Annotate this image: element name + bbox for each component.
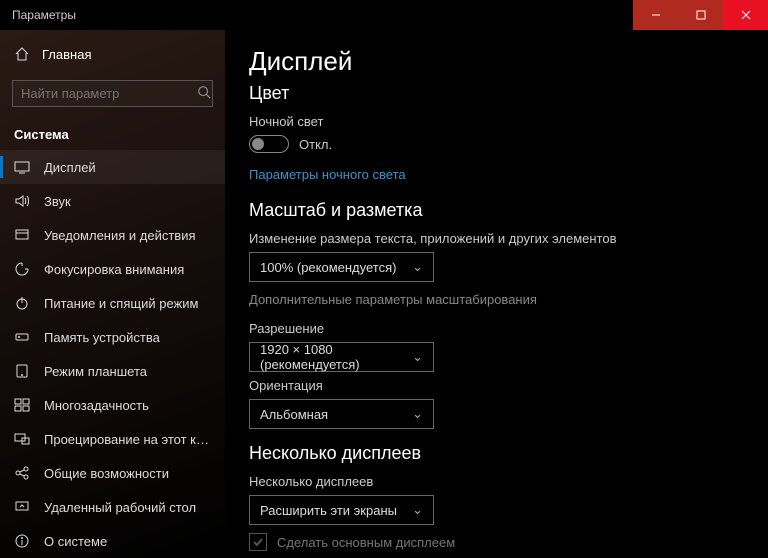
resolution-dropdown[interactable]: 1920 × 1080 (рекомендуется) ⌄: [249, 342, 434, 372]
remote-icon: [14, 499, 30, 515]
search-box[interactable]: [12, 80, 213, 107]
chevron-down-icon: ⌄: [412, 349, 423, 365]
scale-label: Изменение размера текста, приложений и д…: [249, 231, 744, 246]
sound-icon: [14, 193, 30, 209]
sidebar-item-label: Удаленный рабочий стол: [44, 500, 196, 515]
home-label: Главная: [42, 47, 91, 62]
home-icon: [14, 46, 30, 62]
sidebar-item-remote[interactable]: Удаленный рабочий стол: [0, 490, 225, 524]
section-color-heading: Цвет: [249, 83, 744, 104]
tablet-icon: [14, 363, 30, 379]
advanced-scale-link[interactable]: Дополнительные параметры масштабирования: [249, 292, 537, 307]
about-icon: [14, 533, 30, 549]
multi-dropdown[interactable]: Расширить эти экраны ⌄: [249, 495, 434, 525]
notifications-icon: [14, 227, 30, 243]
sidebar-item-label: Память устройства: [44, 330, 160, 345]
orientation-value: Альбомная: [260, 407, 328, 422]
storage-icon: [14, 329, 30, 345]
make-main-label: Сделать основным дисплеем: [277, 535, 455, 550]
power-icon: [14, 295, 30, 311]
sidebar-item-focus[interactable]: Фокусировка внимания: [0, 252, 225, 286]
titlebar: Параметры: [0, 0, 768, 30]
page-title: Дисплей: [249, 46, 744, 77]
display-icon: [14, 159, 30, 175]
multi-label: Несколько дисплеев: [249, 474, 744, 489]
sidebar-item-multitask[interactable]: Многозадачность: [0, 388, 225, 422]
section-title: Система: [0, 121, 225, 150]
multi-value: Расширить эти экраны: [260, 503, 397, 518]
focus-icon: [14, 261, 30, 277]
projecting-icon: [14, 431, 30, 447]
minimize-button[interactable]: [633, 0, 678, 30]
chevron-down-icon: ⌄: [412, 406, 423, 422]
night-light-toggle[interactable]: [249, 135, 289, 153]
search-icon: [197, 85, 211, 102]
multitask-icon: [14, 397, 30, 413]
sidebar-item-shared[interactable]: Общие возможности: [0, 456, 225, 490]
resolution-label: Разрешение: [249, 321, 744, 336]
orientation-label: Ориентация: [249, 378, 744, 393]
make-main-checkbox[interactable]: [249, 533, 267, 551]
night-light-state: Откл.: [299, 137, 332, 152]
close-button[interactable]: [723, 0, 768, 30]
sidebar-item-label: О системе: [44, 534, 107, 549]
sidebar-item-label: Звук: [44, 194, 71, 209]
window-controls: [633, 0, 768, 30]
sidebar-item-label: Питание и спящий режим: [44, 296, 198, 311]
chevron-down-icon: ⌄: [412, 502, 423, 518]
maximize-button[interactable]: [678, 0, 723, 30]
sidebar-item-sound[interactable]: Звук: [0, 184, 225, 218]
sidebar-item-label: Многозадачность: [44, 398, 149, 413]
section-multi-heading: Несколько дисплеев: [249, 443, 744, 464]
section-scale-heading: Масштаб и разметка: [249, 200, 744, 221]
sidebar-item-label: Дисплей: [44, 160, 96, 175]
night-light-label: Ночной свет: [249, 114, 744, 129]
sidebar-item-power[interactable]: Питание и спящий режим: [0, 286, 225, 320]
sidebar-item-about[interactable]: О системе: [0, 524, 225, 558]
night-light-settings-link[interactable]: Параметры ночного света: [249, 167, 406, 182]
search-input[interactable]: [21, 86, 197, 101]
orientation-dropdown[interactable]: Альбомная ⌄: [249, 399, 434, 429]
sidebar-item-display[interactable]: Дисплей: [0, 150, 225, 184]
window-title: Параметры: [0, 8, 633, 22]
content: Дисплей Цвет Ночной свет Откл. Параметры…: [225, 30, 768, 558]
sidebar-item-notifications[interactable]: Уведомления и действия: [0, 218, 225, 252]
sidebar-item-label: Уведомления и действия: [44, 228, 196, 243]
sidebar-item-projecting[interactable]: Проецирование на этот компьютер: [0, 422, 225, 456]
sidebar-item-tablet[interactable]: Режим планшета: [0, 354, 225, 388]
shared-icon: [14, 465, 30, 481]
sidebar-item-label: Режим планшета: [44, 364, 147, 379]
sidebar-item-label: Проецирование на этот компьютер: [44, 432, 211, 447]
sidebar-item-label: Общие возможности: [44, 466, 169, 481]
resolution-value: 1920 × 1080 (рекомендуется): [260, 342, 412, 372]
home-link[interactable]: Главная: [0, 38, 225, 70]
chevron-down-icon: ⌄: [412, 259, 423, 275]
scale-value: 100% (рекомендуется): [260, 260, 396, 275]
sidebar-item-label: Фокусировка внимания: [44, 262, 184, 277]
sidebar-item-storage[interactable]: Память устройства: [0, 320, 225, 354]
sidebar: Главная Система Дисплей Звук Уведомления…: [0, 30, 225, 558]
scale-dropdown[interactable]: 100% (рекомендуется) ⌄: [249, 252, 434, 282]
